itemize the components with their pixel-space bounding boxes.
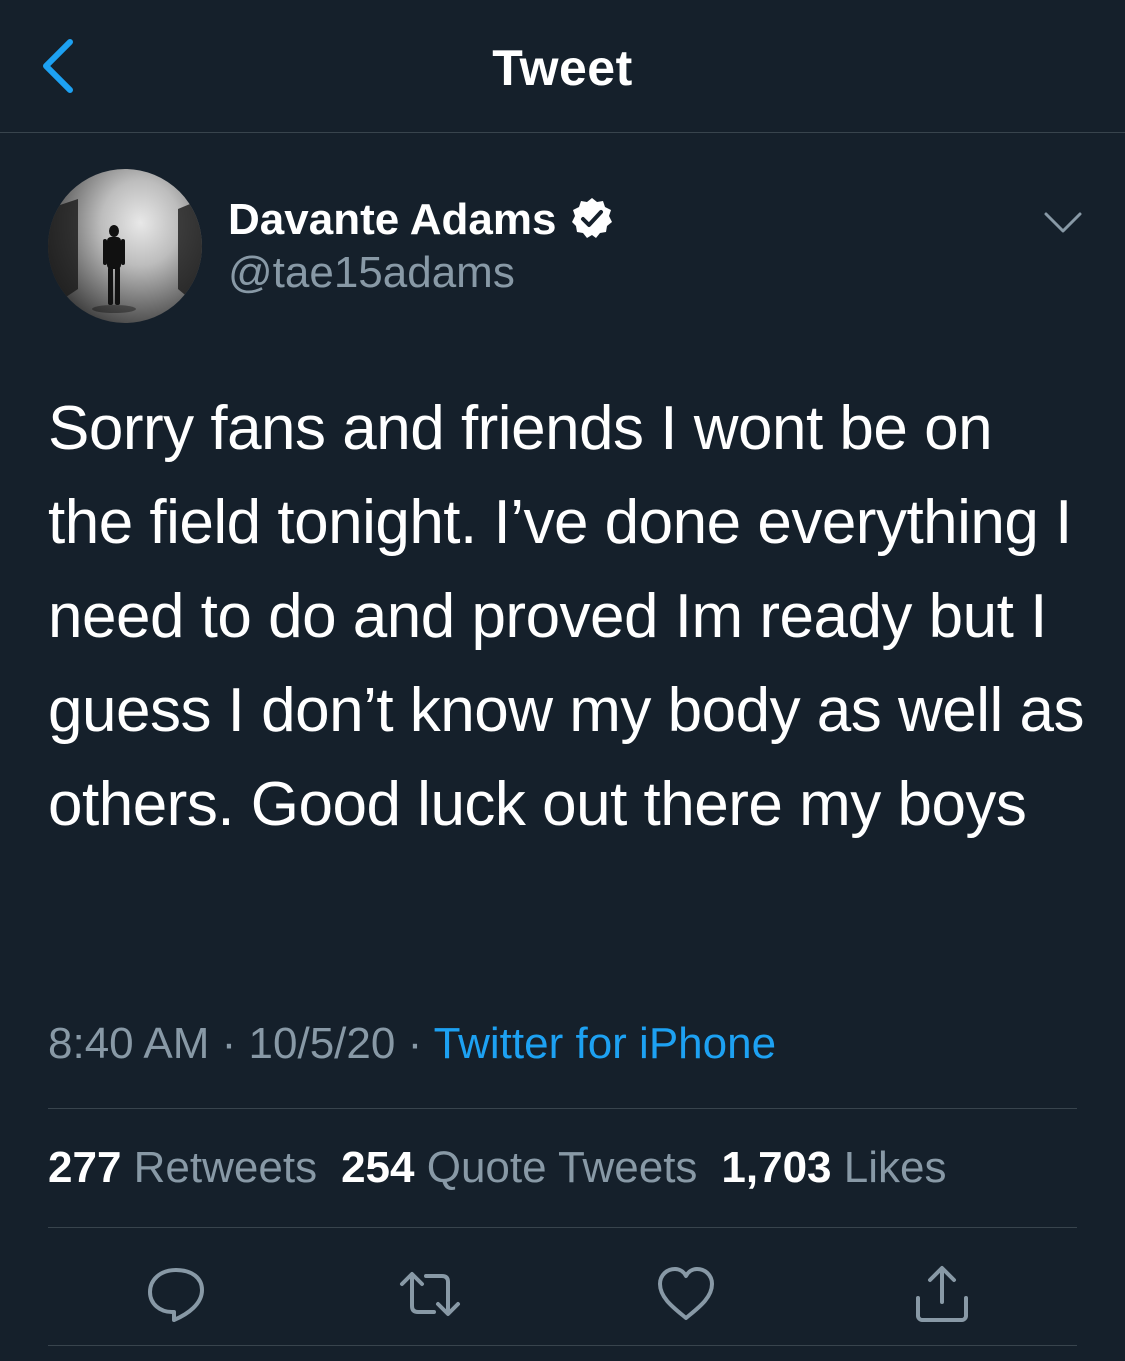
retweet-button[interactable] [398,1262,462,1326]
likes-stat[interactable]: 1,703 Likes [721,1143,946,1192]
quote-tweets-stat[interactable]: 254 Quote Tweets [341,1143,697,1192]
retweets-label: Retweets [133,1143,318,1192]
quote-tweets-count: 254 [341,1143,415,1192]
retweet-icon [400,1272,460,1316]
page-title: Tweet [492,40,633,96]
more-options-button[interactable] [1040,200,1086,246]
tweet-text: Sorry fans and friends I wont be on the … [48,394,1085,839]
tweet-stats: 277 Retweets 254 Quote Tweets 1,703 Likes [48,1140,946,1196]
like-button[interactable] [654,1262,718,1326]
likes-count: 1,703 [721,1143,832,1192]
divider [48,1108,1077,1109]
quote-tweets-label: Quote Tweets [426,1143,698,1192]
retweets-stat[interactable]: 277 Retweets [48,1143,317,1192]
heart-icon [658,1267,714,1320]
author-handle[interactable]: @tae15adams [228,246,515,300]
share-button[interactable] [910,1262,974,1326]
tweet-meta: 8:40 AM · 10/5/20 · Twitter for iPhone [48,1016,776,1072]
reply-icon [148,1268,204,1322]
top-nav-bar: Tweet [0,0,1125,133]
verified-badge-icon [572,198,612,238]
meta-separator: · [395,1019,434,1068]
reply-button[interactable] [144,1262,208,1326]
avatar[interactable] [48,169,202,323]
tweet-time[interactable]: 8:40 AM [48,1019,209,1068]
retweets-count: 277 [48,1143,122,1192]
tweet-source-link[interactable]: Twitter for iPhone [434,1019,776,1068]
divider [48,1227,1077,1228]
avatar-image [48,199,202,313]
meta-separator: · [209,1019,249,1068]
author-display-name[interactable]: Davante Adams [228,193,557,247]
chevron-down-icon [1044,212,1082,233]
share-icon [916,1266,968,1322]
divider [48,1345,1077,1346]
likes-label: Likes [843,1143,947,1192]
tweet-date[interactable]: 10/5/20 [249,1019,396,1068]
